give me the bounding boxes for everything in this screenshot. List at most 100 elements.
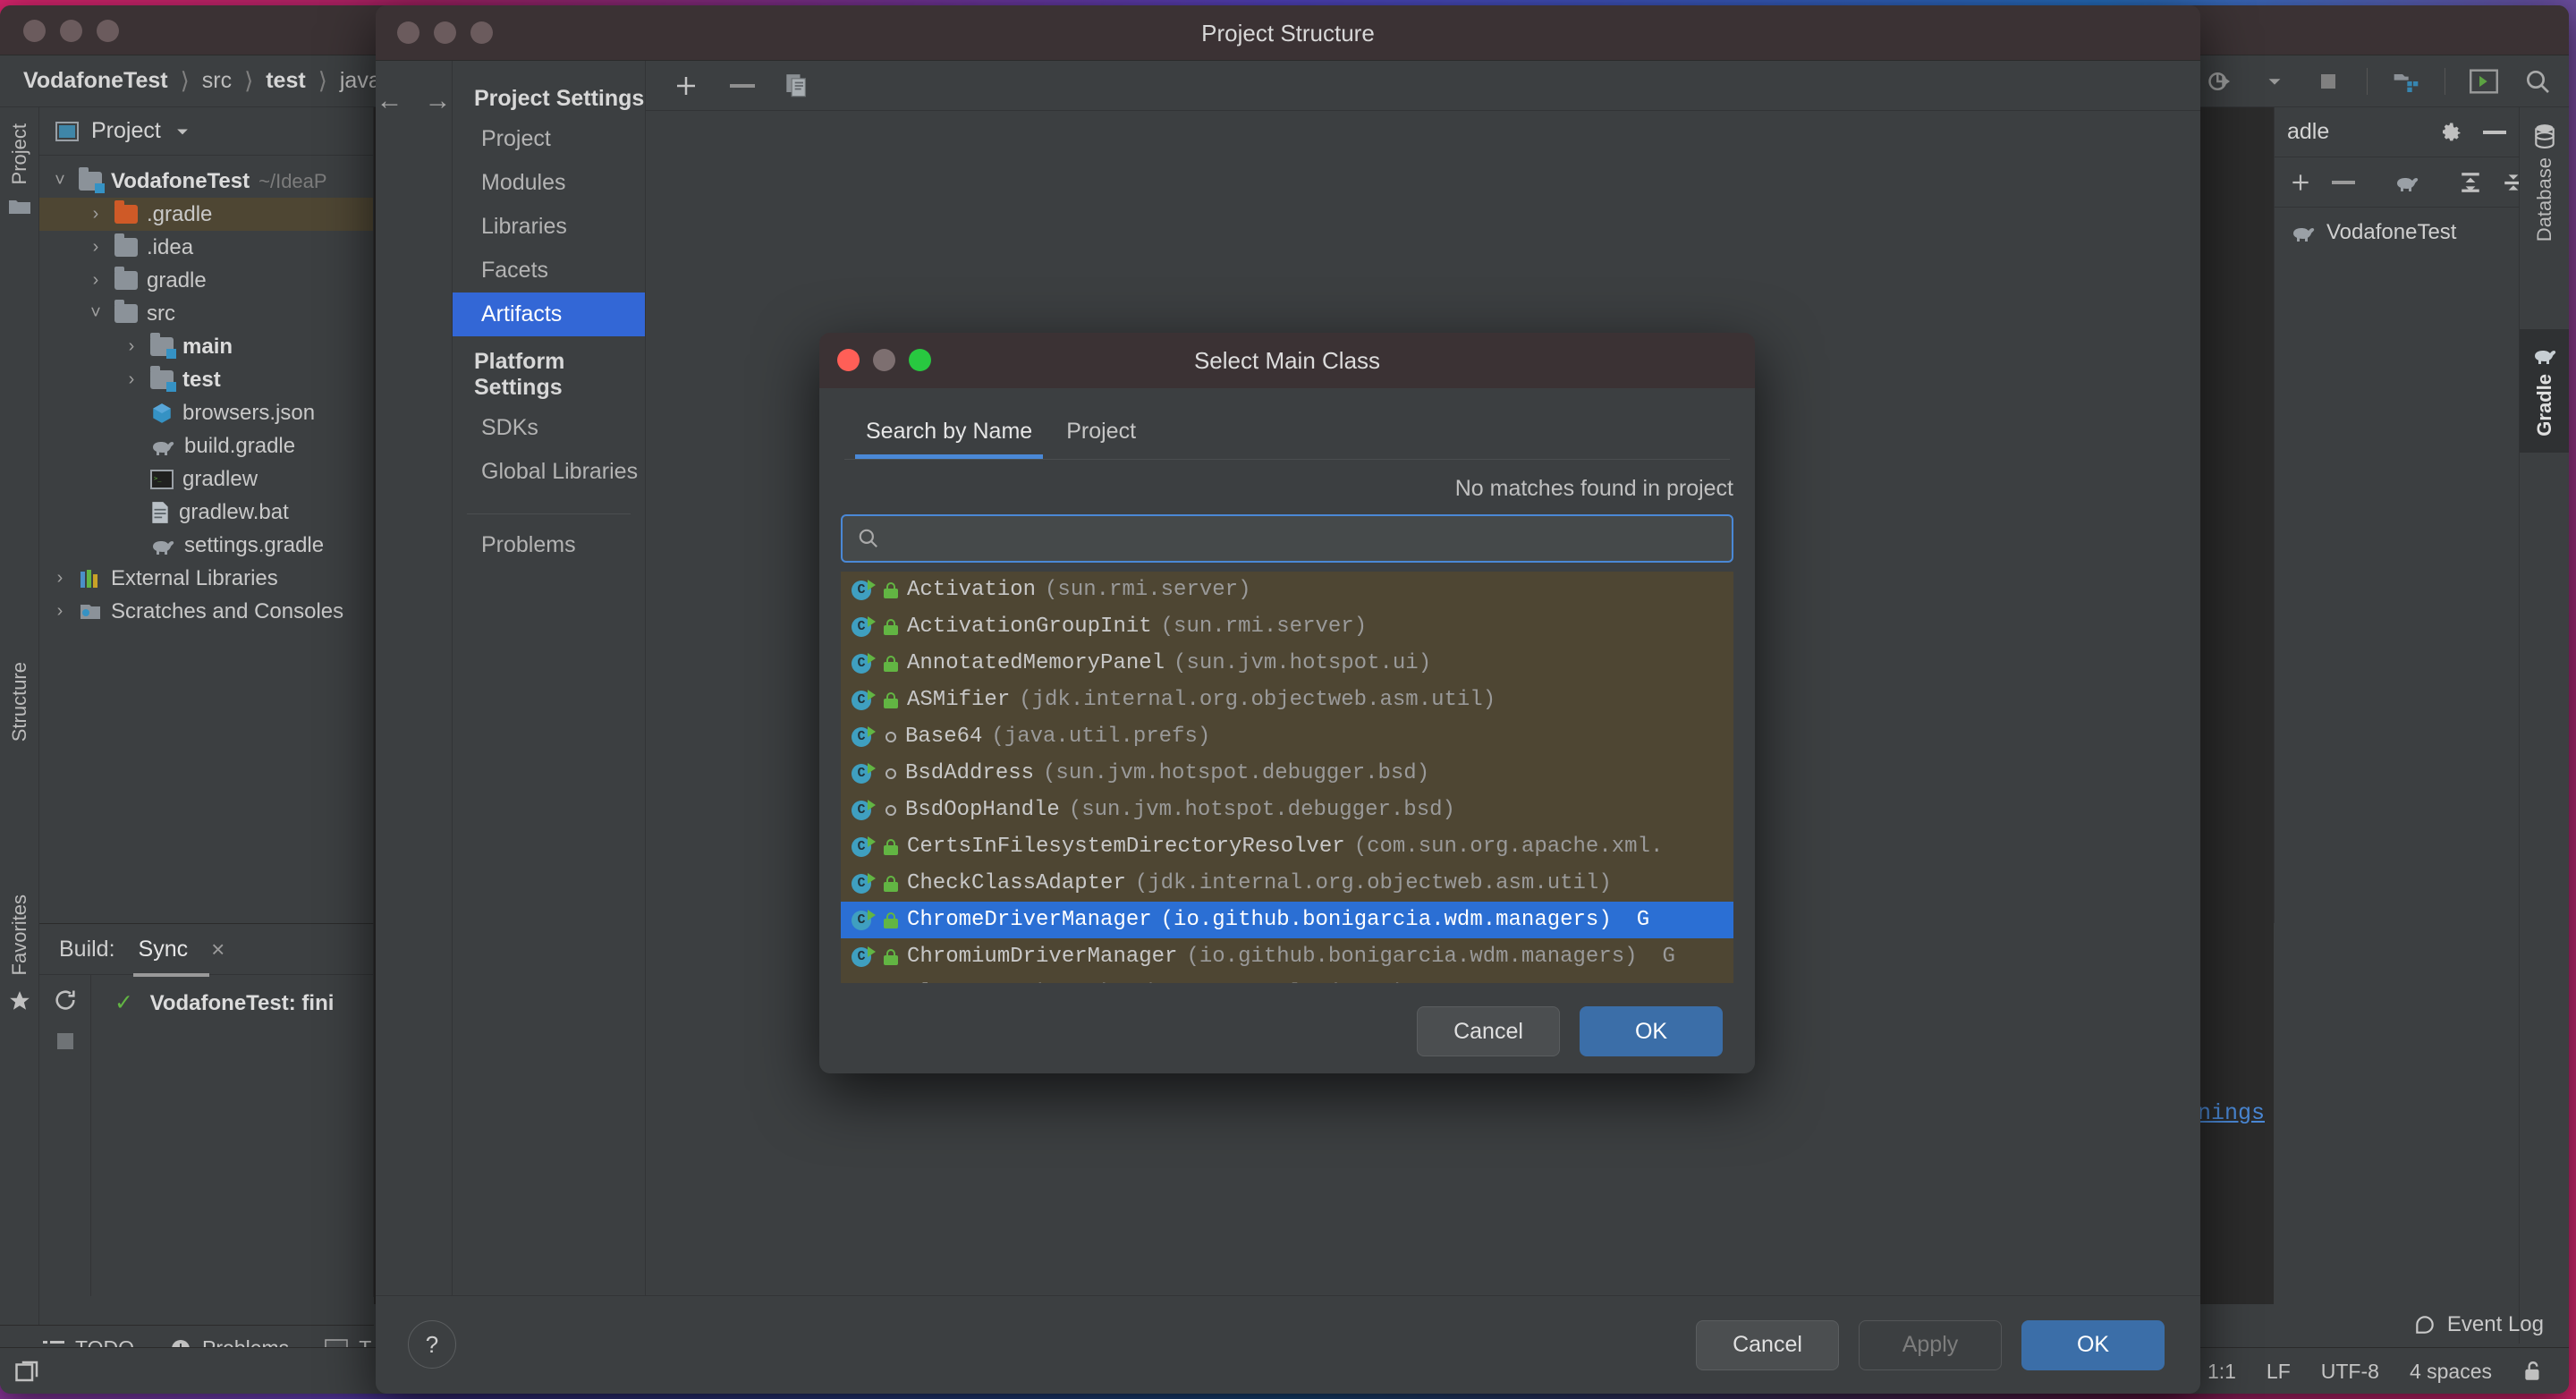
tree-node-dot-idea[interactable]: › .idea [39,231,373,264]
tree-node-external-libraries[interactable]: › External Libraries [39,562,373,595]
ps-apply-button[interactable]: Apply [1859,1319,2002,1370]
line-separator[interactable]: LF [2267,1360,2291,1384]
forward-arrow-icon[interactable]: → [425,86,452,116]
maximize-window-button[interactable] [97,20,119,42]
tool-window-database[interactable]: Database [2520,107,2569,258]
class-list-item[interactable]: C ActivationGroupInit (sun.rmi.server) [841,608,1733,645]
smc-class-list[interactable]: C Activation (sun.rmi.server) C Activati… [841,572,1733,983]
tree-node-gradlew-bat[interactable]: gradlew.bat [39,496,373,529]
class-list-item[interactable]: C AnnotatedMemoryPanel (sun.jvm.hotspot.… [841,645,1733,682]
ps-item-sdks[interactable]: SDKs [453,406,645,450]
ps-ok-button[interactable]: OK [2021,1319,2165,1370]
tab-project[interactable]: Project [1066,419,1136,459]
tree-node-scratches-and-consoles[interactable]: › Scratches and Consoles [39,595,373,628]
gear-icon[interactable] [2438,120,2463,145]
remove-icon[interactable] [2332,180,2355,185]
terminal-run-icon[interactable] [2469,66,2499,97]
ps-item-project[interactable]: Project [453,117,645,161]
close-window-button[interactable] [23,20,46,42]
tab-sync[interactable]: Sync [132,937,209,977]
tree-node-browsers-json[interactable]: browsers.json [39,396,373,429]
file-encoding[interactable]: UTF-8 [2321,1360,2379,1384]
twisty-closed-icon[interactable]: › [86,237,106,258]
tool-window-gradle[interactable]: Gradle [2520,329,2569,453]
add-icon[interactable] [2289,171,2312,194]
profiler-icon[interactable] [2206,66,2236,97]
breadcrumb-item-1[interactable]: src [199,68,235,94]
copy-icon[interactable] [785,73,809,98]
class-list-item[interactable]: C BsdOopHandle (sun.jvm.hotspot.debugger… [841,792,1733,828]
twisty-closed-icon[interactable]: › [50,568,70,589]
tool-window-project[interactable]: Project [8,123,31,184]
twisty-closed-icon[interactable]: › [50,601,70,622]
gradle-elephant-icon[interactable] [2394,173,2419,192]
class-list-item[interactable]: C Base64 (java.util.prefs) [841,718,1733,755]
project-tree[interactable]: ˅ VodafoneTest ~/IdeaP › .gradle › .idea [39,156,373,628]
tree-node-gradle[interactable]: › gradle [39,264,373,297]
gradle-project-item[interactable]: VodafoneTest [2275,208,2519,245]
twisty-closed-icon[interactable]: › [122,369,141,390]
lock-open-icon[interactable] [2522,1360,2544,1383]
help-button[interactable]: ? [408,1320,456,1369]
class-list-item[interactable]: C CheckClassAdapter (jdk.internal.org.ob… [841,865,1733,902]
tool-window-structure[interactable]: Structure [8,662,31,742]
class-list-item[interactable]: C ChromiumDriverManager (io.github.bonig… [841,938,1733,975]
tab-search-by-name[interactable]: Search by Name [854,419,1044,459]
minimize-panel-icon[interactable] [2483,130,2506,135]
minimize-window-button[interactable] [60,20,82,42]
breadcrumb-item-2[interactable]: test [262,68,309,94]
project-view-icon [55,121,79,141]
rerun-icon[interactable] [53,988,78,1013]
tree-node-src[interactable]: ˅ src [39,297,373,330]
ps-item-problems[interactable]: Problems [453,523,645,567]
chevron-down-icon[interactable] [2259,66,2290,97]
class-list-item[interactable]: C ClassDump (sun.jvm.hotspot.tools.jcore… [841,975,1733,983]
class-list-item[interactable]: C ASMifier (jdk.internal.org.objectweb.a… [841,682,1733,718]
smc-ok-button[interactable]: OK [1580,1006,1723,1056]
class-list-item[interactable]: C BsdAddress (sun.jvm.hotspot.debugger.b… [841,755,1733,792]
ps-cancel-button[interactable]: Cancel [1696,1319,1839,1370]
event-log-button[interactable]: Event Log [2413,1301,2544,1348]
add-icon[interactable] [673,72,699,99]
back-arrow-icon[interactable]: ← [377,86,403,116]
stop-icon[interactable] [2313,66,2343,97]
tool-window-database-label[interactable]: Database [2533,157,2556,242]
ps-item-global-libraries[interactable]: Global Libraries [453,450,645,494]
project-structure-icon[interactable] [2391,66,2421,97]
tool-window-gradle-label[interactable]: Gradle [2533,374,2556,437]
ps-item-artifacts[interactable]: Artifacts [453,293,645,336]
twisty-closed-icon[interactable]: › [86,270,106,291]
ps-item-modules[interactable]: Modules [453,161,645,205]
search-icon[interactable] [2522,66,2553,97]
ps-item-libraries[interactable]: Libraries [453,205,645,249]
expand-all-icon[interactable] [2459,171,2482,194]
remove-icon[interactable] [730,83,755,89]
breadcrumb-item-0[interactable]: VodafoneTest [20,68,172,94]
stop-icon[interactable] [55,1030,76,1052]
caret-position[interactable]: 1:1 [2207,1360,2236,1384]
class-list-item[interactable]: C CertsInFilesystemDirectoryResolver (co… [841,828,1733,865]
toggle-tool-windows-icon[interactable] [14,1358,41,1385]
tool-window-favorites[interactable]: Favorites [8,895,31,975]
ide-window-controls[interactable] [23,20,119,42]
twisty-open-icon[interactable]: ˅ [86,303,106,324]
close-icon[interactable]: × [211,936,225,963]
tree-node-dot-gradle[interactable]: › .gradle [39,198,373,231]
tree-node-main[interactable]: › main [39,330,373,363]
class-list-item-selected[interactable]: C ChromeDriverManager (io.github.bonigar… [841,902,1733,938]
smc-search-box[interactable] [841,514,1733,563]
tree-node-vodafonetest[interactable]: ˅ VodafoneTest ~/IdeaP [39,165,373,198]
smc-search-input[interactable] [891,526,1732,551]
twisty-closed-icon[interactable]: › [122,336,141,357]
chevron-down-icon[interactable] [174,123,191,140]
tree-node-gradlew[interactable]: >_ gradlew [39,462,373,496]
ps-item-facets[interactable]: Facets [453,249,645,293]
tree-node-settings-gradle[interactable]: settings.gradle [39,529,373,562]
twisty-open-icon[interactable]: ˅ [50,171,70,191]
smc-cancel-button[interactable]: Cancel [1417,1006,1560,1056]
tree-node-test[interactable]: › test [39,363,373,396]
class-list-item[interactable]: C Activation (sun.rmi.server) [841,572,1733,608]
twisty-closed-icon[interactable]: › [86,204,106,225]
tree-node-build-gradle[interactable]: build.gradle [39,429,373,462]
indent-setting[interactable]: 4 spaces [2410,1360,2492,1384]
